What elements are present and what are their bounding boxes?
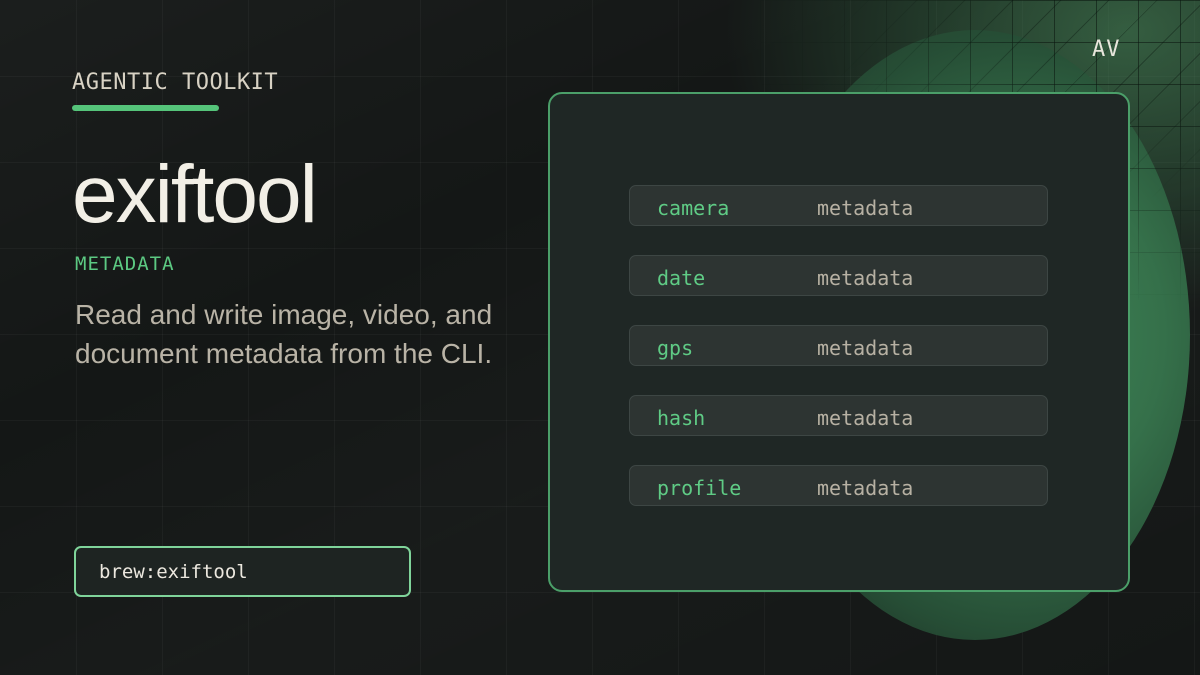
field-row: gps metadata xyxy=(629,325,1048,366)
kicker-label: AGENTIC TOOLKIT xyxy=(72,70,279,95)
field-row: camera metadata xyxy=(629,185,1048,226)
description: Read and write image, video, and documen… xyxy=(75,299,493,369)
field-key: camera xyxy=(657,196,730,220)
metadata-panel: camera metadata date metadata gps metada… xyxy=(548,92,1130,592)
field-row: hash metadata xyxy=(629,395,1048,436)
field-value: metadata xyxy=(817,336,914,360)
field-value: metadata xyxy=(817,266,914,290)
field-row: date metadata xyxy=(629,255,1048,296)
field-key: gps xyxy=(657,336,694,360)
install-command-box[interactable]: brew:exiftool xyxy=(74,546,411,597)
kicker-underline xyxy=(72,105,219,111)
field-key: date xyxy=(657,266,706,290)
page-title: exiftool xyxy=(72,149,318,240)
install-command-text: brew:exiftool xyxy=(99,561,248,583)
field-value: metadata xyxy=(817,406,914,430)
field-value: metadata xyxy=(817,196,914,220)
field-key: hash xyxy=(657,406,706,430)
category-label: METADATA xyxy=(75,253,175,275)
field-row: profile metadata xyxy=(629,465,1048,506)
field-key: profile xyxy=(657,476,742,500)
monogram: AV xyxy=(1092,37,1121,62)
field-value: metadata xyxy=(817,476,914,500)
